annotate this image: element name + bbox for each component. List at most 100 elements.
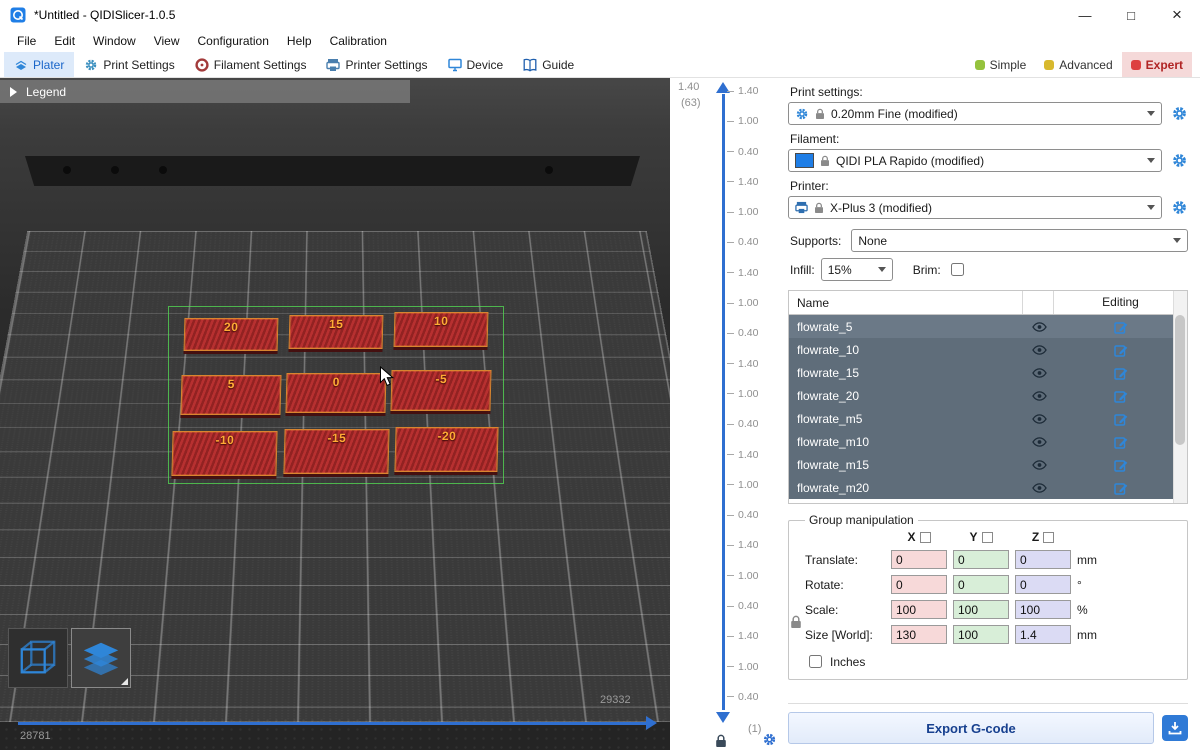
maximize-button[interactable]: □ (1108, 0, 1154, 30)
view-toolbar (8, 628, 131, 688)
scale-z-field[interactable] (1015, 600, 1071, 619)
horizontal-slider-arrow[interactable] (646, 716, 657, 730)
rotate-z-field[interactable] (1015, 575, 1071, 594)
print-settings-edit-button[interactable] (1170, 105, 1188, 123)
model-flowrate-m20[interactable]: -20 (394, 427, 498, 472)
header-visibility (1022, 291, 1053, 314)
model-flowrate-m5[interactable]: -5 (390, 370, 491, 411)
rotate-x-field[interactable] (891, 575, 947, 594)
header-editing: Editing (1053, 291, 1187, 314)
right-sidebar: Print settings: 0.20mm Fine (modified) F… (782, 78, 1200, 750)
model-flowrate-m10[interactable]: -10 (171, 431, 277, 476)
tab-guide[interactable]: Guide (513, 52, 584, 77)
filament-edit-button[interactable] (1170, 152, 1188, 170)
slider-lock-icon[interactable] (715, 734, 727, 748)
translate-y-field[interactable] (953, 550, 1009, 569)
edit-icon[interactable] (1054, 389, 1187, 403)
size-x-field[interactable] (891, 625, 947, 644)
visibility-eye-icon[interactable] (1024, 437, 1054, 447)
tab-plater[interactable]: Plater (4, 52, 74, 77)
mode-expert[interactable]: Expert (1122, 52, 1192, 77)
tab-print-settings[interactable]: Print Settings (74, 52, 184, 77)
export-to-sd-button[interactable] (1162, 715, 1188, 741)
infill-combo[interactable]: 15% (821, 258, 893, 281)
object-row[interactable]: flowrate_m10 (789, 430, 1187, 453)
model-flowrate-5[interactable]: 5 (180, 375, 281, 415)
supports-combo[interactable]: None (851, 229, 1188, 252)
size-row: Size [World]: mm (805, 625, 1179, 644)
menu-file[interactable]: File (8, 30, 45, 52)
translate-z-field[interactable] (1015, 550, 1071, 569)
legend-header[interactable]: Legend (0, 80, 410, 103)
scale-x-field[interactable] (891, 600, 947, 619)
visibility-eye-icon[interactable] (1024, 483, 1054, 493)
object-row[interactable]: flowrate_15 (789, 361, 1187, 384)
size-y-field[interactable] (953, 625, 1009, 644)
object-row[interactable]: flowrate_m5 (789, 407, 1187, 430)
layer-slider-track[interactable] (722, 94, 725, 710)
slider-settings-gear-icon[interactable] (762, 732, 777, 747)
size-unit: mm (1077, 628, 1103, 642)
object-row[interactable]: flowrate_5 (789, 315, 1187, 338)
edit-icon[interactable] (1054, 481, 1187, 495)
minimize-button[interactable]: — (1062, 0, 1108, 30)
visibility-eye-icon[interactable] (1024, 460, 1054, 470)
close-button[interactable]: × (1154, 0, 1200, 30)
size-z-field[interactable] (1015, 625, 1071, 644)
edit-icon[interactable] (1054, 320, 1187, 334)
printer-edit-button[interactable] (1170, 199, 1188, 217)
model-flowrate-20[interactable]: 20 (184, 318, 279, 351)
layer-slider-lower-handle[interactable] (716, 712, 730, 723)
3d-viewport[interactable]: 20 15 10 5 0 -5 -10 -15 -20 Legend 29332… (0, 78, 670, 750)
scale-y-field[interactable] (953, 600, 1009, 619)
scrollbar-thumb[interactable] (1175, 315, 1185, 445)
edit-icon[interactable] (1054, 343, 1187, 357)
menu-help[interactable]: Help (278, 30, 321, 52)
model-flowrate-0[interactable]: 0 (285, 373, 386, 413)
model-flowrate-15[interactable]: 15 (289, 315, 384, 349)
edit-icon[interactable] (1054, 435, 1187, 449)
export-gcode-button[interactable]: Export G-code (788, 712, 1154, 744)
menu-configuration[interactable]: Configuration (189, 30, 278, 52)
menu-view[interactable]: View (145, 30, 189, 52)
object-list-scrollbar[interactable] (1173, 291, 1187, 503)
horizontal-slider-track[interactable] (18, 722, 646, 725)
object-row[interactable]: flowrate_m15 (789, 453, 1187, 476)
tab-device[interactable]: Device (438, 52, 514, 77)
object-row[interactable]: flowrate_10 (789, 338, 1187, 361)
print-settings-label: Print settings: (790, 85, 1188, 99)
rotate-y-field[interactable] (953, 575, 1009, 594)
menu-window[interactable]: Window (84, 30, 145, 52)
visibility-eye-icon[interactable] (1024, 368, 1054, 378)
solid-view-button[interactable] (8, 628, 68, 688)
layers-view-button[interactable] (71, 628, 131, 688)
visibility-eye-icon[interactable] (1024, 345, 1054, 355)
print-settings-combo[interactable]: 0.20mm Fine (modified) (788, 102, 1162, 125)
mode-advanced[interactable]: Advanced (1035, 52, 1121, 77)
model-flowrate-m15[interactable]: -15 (283, 429, 389, 474)
edit-icon[interactable] (1054, 412, 1187, 426)
brim-checkbox[interactable] (951, 263, 964, 276)
object-row[interactable]: flowrate_m20 (789, 476, 1187, 499)
layer-tick: 0.40 (727, 147, 777, 157)
uniform-scale-lock-icon[interactable] (790, 615, 802, 629)
inches-checkbox[interactable] (809, 655, 822, 668)
model-flowrate-10[interactable]: 10 (394, 312, 489, 347)
visibility-eye-icon[interactable] (1024, 414, 1054, 424)
menu-edit[interactable]: Edit (45, 30, 84, 52)
scale-unit: % (1077, 603, 1103, 617)
tab-printer-settings[interactable]: Printer Settings (316, 52, 437, 77)
filament-combo[interactable]: QIDI PLA Rapido (modified) (788, 149, 1162, 172)
edit-icon[interactable] (1054, 366, 1187, 380)
visibility-eye-icon[interactable] (1024, 391, 1054, 401)
printer-combo[interactable]: X-Plus 3 (modified) (788, 196, 1162, 219)
tab-filament-settings[interactable]: Filament Settings (185, 52, 317, 77)
menu-calibration[interactable]: Calibration (321, 30, 396, 52)
object-row[interactable]: flowrate_20 (789, 384, 1187, 407)
printer-value: X-Plus 3 (modified) (830, 201, 932, 215)
mode-simple[interactable]: Simple (966, 52, 1036, 77)
visibility-eye-icon[interactable] (1024, 322, 1054, 332)
edit-icon[interactable] (1054, 458, 1187, 472)
translate-x-field[interactable] (891, 550, 947, 569)
layer-slider-zone: 1.40 (63) 1.40 1.00 0.40 1.40 1.00 0.40 … (670, 78, 782, 750)
